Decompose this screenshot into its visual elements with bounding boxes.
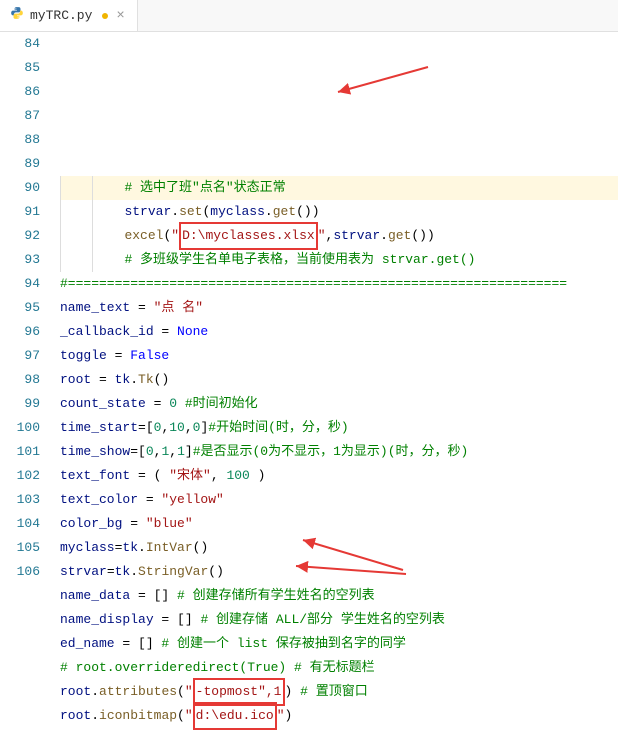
line-number: 98: [0, 368, 40, 392]
code-line[interactable]: excel("D:\myclasses.xlsx",strvar.get()): [60, 224, 618, 248]
code-line[interactable]: ed_name = [] # 创建一个 list 保存被抽到名字的同学: [60, 632, 618, 656]
code-line[interactable]: text_color = "yellow": [60, 488, 618, 512]
code-line[interactable]: # 选中了班"点名"状态正常: [60, 176, 618, 200]
line-number: 102: [0, 464, 40, 488]
code-line[interactable]: strvar.set(myclass.get()): [60, 200, 618, 224]
line-number: 86: [0, 80, 40, 104]
code-line[interactable]: name_text = "点 名": [60, 296, 618, 320]
tab-filename: myTRC.py: [30, 8, 92, 23]
line-number: 87: [0, 104, 40, 128]
line-number: 100: [0, 416, 40, 440]
line-number: 88: [0, 128, 40, 152]
code-line[interactable]: name_display = [] # 创建存储 ALL/部分 学生姓名的空列表: [60, 608, 618, 632]
code-line[interactable]: # 多班级学生名单电子表格，当前使用表为 strvar.get(): [60, 248, 618, 272]
line-number: 103: [0, 488, 40, 512]
code-line[interactable]: text_font = ( "宋体", 100 ): [60, 464, 618, 488]
line-number: 101: [0, 440, 40, 464]
code-line[interactable]: # root.overrideredirect(True) # 有无标题栏: [60, 656, 618, 680]
code-line[interactable]: myclass=tk.IntVar(): [60, 536, 618, 560]
code-line[interactable]: toggle = False: [60, 344, 618, 368]
code-line[interactable]: root.iconbitmap("d:\edu.ico"): [60, 704, 618, 728]
code-line[interactable]: color_bg = "blue": [60, 512, 618, 536]
line-number: 90: [0, 176, 40, 200]
close-icon[interactable]: ×: [114, 8, 126, 24]
line-number: 95: [0, 296, 40, 320]
line-number: 99: [0, 392, 40, 416]
line-number-gutter: 8485868788899091929394959697989910010110…: [0, 32, 48, 565]
line-number: 89: [0, 152, 40, 176]
code-line[interactable]: root.attributes("-topmost",1) # 置顶窗口: [60, 680, 618, 704]
line-number: 104: [0, 512, 40, 536]
line-number: 85: [0, 56, 40, 80]
annotation-arrow: [328, 62, 438, 102]
code-area[interactable]: # 选中了班"点名"状态正常 strvar.set(myclass.get())…: [48, 32, 618, 565]
editor: 8485868788899091929394959697989910010110…: [0, 32, 618, 565]
code-line[interactable]: time_show=[0,1,1]#是否显示(0为不显示，1为显示)(时，分，秒…: [60, 440, 618, 464]
line-number: 93: [0, 248, 40, 272]
editor-tab[interactable]: myTRC.py ×: [0, 0, 138, 31]
line-number: 106: [0, 560, 40, 584]
code-line[interactable]: root = tk.Tk(): [60, 368, 618, 392]
code-line[interactable]: _callback_id = None: [60, 320, 618, 344]
line-number: 84: [0, 32, 40, 56]
tab-bar: myTRC.py ×: [0, 0, 618, 32]
line-number: 105: [0, 536, 40, 560]
python-icon: [10, 6, 24, 25]
code-line[interactable]: #=======================================…: [60, 272, 618, 296]
modified-dot-icon: [102, 13, 108, 19]
line-number: 97: [0, 344, 40, 368]
line-number: 91: [0, 200, 40, 224]
line-number: 94: [0, 272, 40, 296]
code-line[interactable]: name_data = [] # 创建存储所有学生姓名的空列表: [60, 584, 618, 608]
line-number: 92: [0, 224, 40, 248]
code-line[interactable]: time_start=[0,10,0]#开始时间(时，分，秒): [60, 416, 618, 440]
code-line[interactable]: count_state = 0 #时间初始化: [60, 392, 618, 416]
code-line[interactable]: strvar=tk.StringVar(): [60, 560, 618, 584]
line-number: 96: [0, 320, 40, 344]
